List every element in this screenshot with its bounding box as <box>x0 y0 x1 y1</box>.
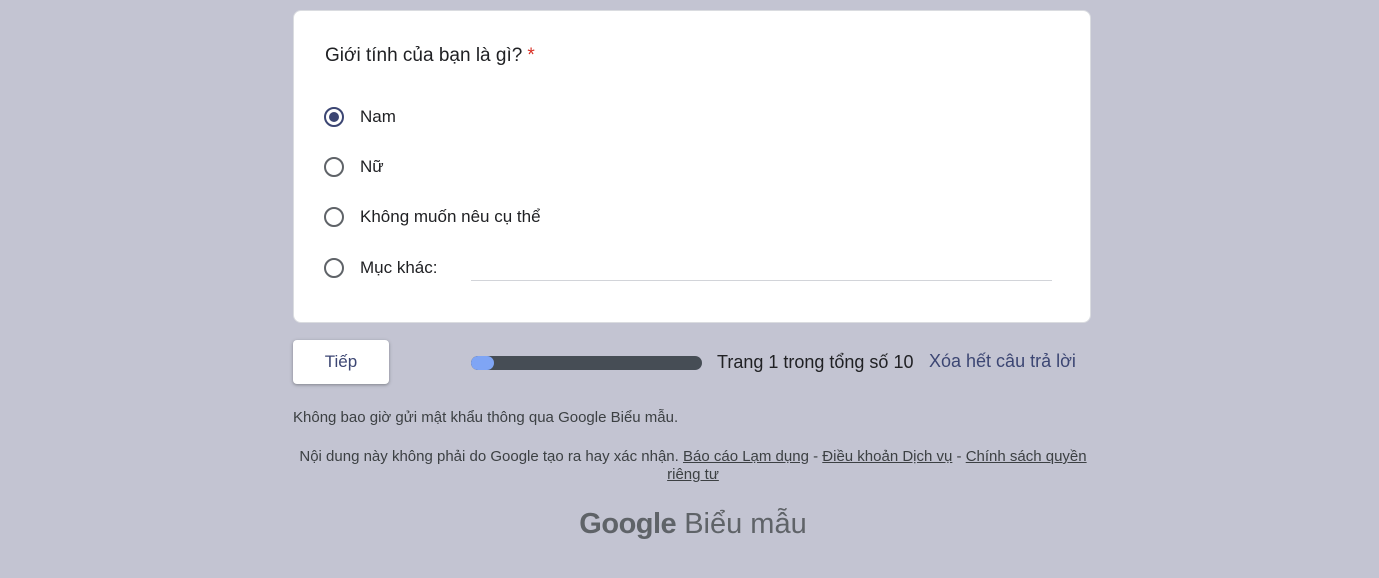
question-text: Giới tính của bạn là gì? <box>325 45 523 66</box>
option-label-nam: Nam <box>360 107 396 126</box>
option-label-nu: Nữ <box>360 157 384 176</box>
radio-nam[interactable] <box>324 107 344 127</box>
option-nu[interactable]: Nữ <box>324 154 384 180</box>
option-label-prefer-not-to-say: Không muốn nêu cụ thể <box>360 207 541 226</box>
separator: - <box>813 448 819 465</box>
terms-of-service-link[interactable]: Điều khoản Dịch vụ <box>822 448 952 465</box>
radio-prefer-not-to-say[interactable] <box>324 207 344 227</box>
disclaimer: Nội dung này không phải do Google tạo ra… <box>293 448 1093 484</box>
question-card: Giới tính của bạn là gì? * Nam Nữ Không m… <box>293 10 1091 323</box>
radio-other[interactable] <box>324 258 344 278</box>
google-forms-logo[interactable]: Google Biểu mẫu <box>0 508 1379 541</box>
progress-bar <box>471 356 702 370</box>
option-nam[interactable]: Nam <box>324 104 396 130</box>
logo-product-text: Biểu mẫu <box>684 508 807 540</box>
question-title: Giới tính của bạn là gì? * <box>325 45 535 67</box>
logo-brand-text: Google <box>579 508 677 540</box>
required-asterisk: * <box>527 45 535 66</box>
password-warning: Không bao giờ gửi mật khẩu thông qua Goo… <box>293 409 679 426</box>
clear-form-button[interactable]: Xóa hết câu trả lời <box>929 351 1076 372</box>
progress-bar-fill <box>471 356 495 370</box>
separator: - <box>956 448 962 465</box>
option-other[interactable]: Mục khác: <box>324 255 437 281</box>
option-prefer-not-to-say[interactable]: Không muốn nêu cụ thể <box>324 204 541 230</box>
page-indicator: Trang 1 trong tổng số 10 <box>717 352 914 372</box>
report-abuse-link[interactable]: Báo cáo Lạm dụng <box>683 448 809 465</box>
disclaimer-text: Nội dung này không phải do Google tạo ra… <box>299 448 679 465</box>
option-label-other: Mục khác: <box>360 258 438 277</box>
other-text-input[interactable] <box>471 256 1052 281</box>
next-button[interactable]: Tiếp <box>293 340 389 384</box>
radio-nu[interactable] <box>324 157 344 177</box>
